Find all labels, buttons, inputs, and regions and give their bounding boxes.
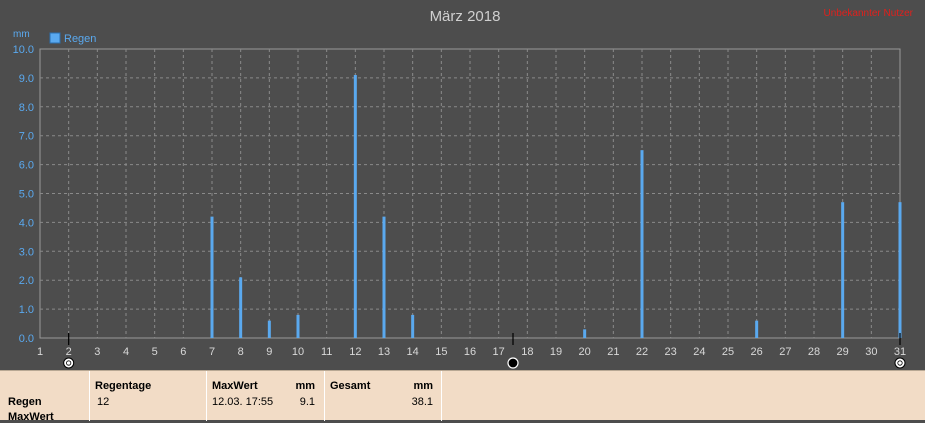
y-tick-label: 6.0 [19, 160, 34, 172]
x-tick-label: 26 [751, 346, 763, 358]
y-tick-label: 0.0 [19, 333, 34, 345]
maxwert-value: 9.1 [299, 396, 315, 408]
gesamt-header: Gesamt [330, 380, 371, 392]
bar [353, 75, 357, 338]
y-tick-label: 1.0 [19, 304, 34, 316]
x-tick-label: 5 [152, 346, 158, 358]
maxwert-time: 12.03. 17:55 [212, 396, 274, 408]
x-tick-label: 27 [779, 346, 791, 358]
x-tick-label: 31 [894, 346, 906, 358]
y-tick-label: 5.0 [19, 189, 34, 201]
x-tick-label: 23 [665, 346, 677, 358]
bar [239, 277, 243, 338]
y-axis-unit: mm [13, 29, 30, 40]
x-tick-label: 16 [464, 346, 476, 358]
gesamt-value: 38.1 [411, 396, 433, 408]
x-tick-label: 24 [693, 346, 705, 358]
x-tick-label: 12 [349, 346, 361, 358]
x-tick-label: 21 [607, 346, 619, 358]
x-tick-label: 17 [493, 346, 505, 358]
x-tick-label: 14 [407, 346, 419, 358]
chart-title: März 2018 [430, 8, 501, 25]
bar [210, 216, 214, 338]
regentage-value: 12 [97, 396, 110, 408]
x-tick-label: 7 [209, 346, 215, 358]
x-tick-label: 19 [550, 346, 562, 358]
x-tick-label: 6 [180, 346, 186, 358]
x-tick-label: 29 [837, 346, 849, 358]
rain-chart: 0.0 1.0 2.0 3.0 4.0 5.0 6.0 7.0 8.0 9.0 10.0 1 2 3 4 5 6… [0, 0, 925, 370]
summary-row-labels: Regen MaxWert [0, 371, 90, 423]
x-tick-label: 4 [123, 346, 129, 358]
x-tick-label: 8 [238, 346, 244, 358]
bar [267, 320, 271, 338]
summary-panel: Regen MaxWert Regentage 12 MaxWert mm 12… [0, 370, 925, 423]
maxwert-cell: MaxWert mm 12.03. 17:55 9.1 [207, 371, 325, 421]
x-tick-label: 10 [292, 346, 304, 358]
bar [640, 150, 644, 338]
x-tick-label: 13 [378, 346, 390, 358]
x-tick-label: 18 [521, 346, 533, 358]
regentage-header: Regentage [95, 380, 152, 392]
legend-label: Regen [64, 33, 96, 45]
bar [411, 314, 415, 338]
y-tick-label: 10.0 [13, 44, 34, 56]
bar [382, 216, 386, 338]
legend-swatch [49, 32, 61, 44]
gesamt-unit: mm [413, 380, 433, 392]
chart-svg: 0.01.02.03.04.05.06.07.08.09.010.01 2 3 4 5 6… [13, 8, 914, 369]
maxwert-unit: mm [295, 380, 315, 392]
x-tick-label: 30 [865, 346, 877, 358]
x-tick-label: 22 [636, 346, 648, 358]
maxwert-header: MaxWert [212, 380, 258, 392]
x-tick-label: 3 [94, 346, 100, 358]
bar [755, 320, 759, 338]
new-moon-icon [507, 357, 519, 369]
y-tick-label: 3.0 [19, 246, 34, 258]
bar [841, 202, 845, 338]
full-moon-icon [894, 357, 906, 369]
x-tick-label: 28 [808, 346, 820, 358]
y-tick-label: 8.0 [19, 102, 34, 114]
y-tick-label: 9.0 [19, 73, 34, 85]
x-tick-label: 11 [321, 346, 332, 358]
row-label-maxwert: MaxWert [8, 411, 54, 423]
x-tick-label: 1 [37, 346, 43, 358]
x-tick-label: 9 [266, 346, 272, 358]
y-tick-label: 4.0 [19, 217, 34, 229]
y-tick-label: 7.0 [19, 131, 34, 143]
bar [898, 202, 902, 338]
x-tick-label: 15 [435, 346, 447, 358]
regentage-cell: Regentage 12 [90, 371, 207, 421]
watermark: Unbekannter Nutzer [824, 8, 914, 19]
x-tick-label: 25 [722, 346, 734, 358]
full-moon-icon [63, 357, 75, 369]
x-tick-label: 20 [579, 346, 591, 358]
gesamt-cell: Gesamt mm 38.1 [325, 371, 442, 421]
bar [296, 314, 300, 338]
x-tick-label: 2 [66, 346, 72, 358]
row-label-regen: Regen [8, 396, 42, 408]
y-tick-label: 2.0 [19, 275, 34, 287]
bar [583, 329, 587, 338]
